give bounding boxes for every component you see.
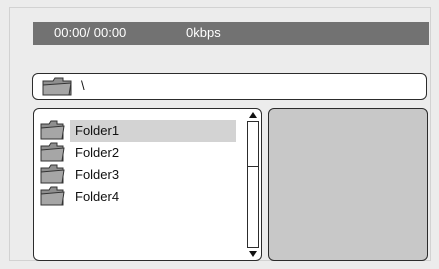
scroll-thumb[interactable] <box>248 122 258 167</box>
list-item-folder2[interactable]: Folder2 <box>34 142 244 164</box>
scroll-down-arrow-icon[interactable] <box>247 249 259 259</box>
list-item-folder1[interactable]: Folder1 <box>34 120 244 142</box>
list-item-label: Folder2 <box>75 145 120 160</box>
scroll-up-arrow-icon[interactable] <box>247 110 259 120</box>
path-bar: \ <box>32 73 427 100</box>
folder-icon <box>41 77 75 103</box>
list-item-folder3[interactable]: Folder3 <box>34 164 244 186</box>
scroll-track[interactable] <box>247 121 259 248</box>
file-list-panel: Folder1 Folder2 Folder3 Folder4 <box>33 108 262 261</box>
preview-panel <box>268 108 428 261</box>
bitrate: 0kbps <box>186 25 221 40</box>
scrollbar[interactable] <box>247 110 259 259</box>
folder-icon <box>40 185 66 212</box>
playback-time: 00:00/ 00:00 <box>54 25 127 40</box>
status-bar: 00:00/ 00:00 0kbps <box>33 22 429 45</box>
list-item-label: Folder4 <box>75 189 120 204</box>
list-item-label: Folder1 <box>70 120 236 142</box>
list-item-folder4[interactable]: Folder4 <box>34 186 244 208</box>
current-path: \ <box>81 78 85 93</box>
list-item-label: Folder3 <box>75 167 120 182</box>
